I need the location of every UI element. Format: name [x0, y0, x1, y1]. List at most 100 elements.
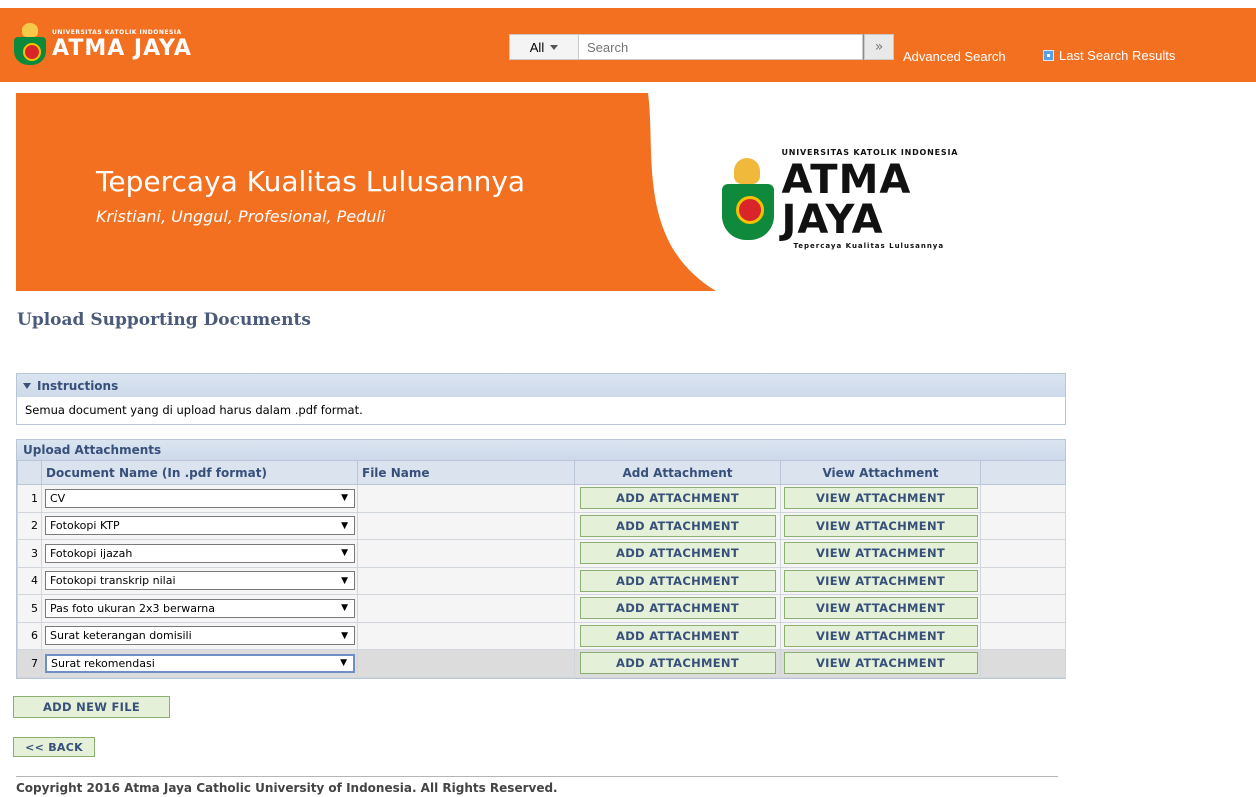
document-type-select[interactable]: Pas foto ukuran 2x3 berwarna ▼ [45, 598, 355, 618]
add-attachment-cell: ADD ATTACHMENT [574, 511, 781, 540]
view-attachment-cell: VIEW ATTACHMENT [780, 621, 981, 650]
document-type-value: Fotokopi transkrip nilai [50, 574, 176, 588]
search-category-value: All [529, 39, 545, 55]
view-attachment-button[interactable]: VIEW ATTACHMENT [783, 542, 978, 565]
add-attachment-button[interactable]: ADD ATTACHMENT [579, 542, 776, 565]
table-row: 1 CV ▼ ADD ATTACHMENT VIEW ATTACHMENT [17, 484, 1066, 513]
document-type-value: Fotokopi KTP [50, 519, 120, 533]
search-go-button[interactable]: » [864, 34, 894, 60]
view-attachment-button[interactable]: VIEW ATTACHMENT [783, 487, 978, 510]
add-attachment-button[interactable]: ADD ATTACHMENT [579, 487, 776, 510]
table-row: 2 Fotokopi KTP ▼ ADD ATTACHMENT VIEW ATTACHM… [17, 511, 1066, 540]
view-attachment-button[interactable]: VIEW ATTACHMENT [783, 569, 978, 592]
file-name-cell [357, 649, 575, 678]
file-name-cell [357, 594, 575, 623]
advanced-search-link[interactable]: Advanced Search [903, 49, 1006, 64]
add-new-file-button[interactable]: ADD NEW FILE [13, 696, 170, 718]
document-type-select[interactable]: Surat keterangan domisili ▼ [45, 626, 355, 646]
file-name-cell [357, 511, 575, 540]
attachments-table: Document Name (In .pdf format) File Name… [17, 460, 1066, 678]
row-number: 7 [17, 649, 42, 678]
view-attachment-cell: VIEW ATTACHMENT [780, 511, 981, 540]
university-crest-icon [720, 157, 775, 242]
copyright-text: Copyright 2016 Atma Jaya Catholic Univer… [16, 781, 558, 795]
document-name-cell: Surat keterangan domisili ▼ [41, 621, 358, 650]
chevron-down-icon: ▼ [340, 658, 347, 669]
page-title: Upload Supporting Documents [17, 310, 311, 330]
hero-banner: Tepercaya Kualitas Lulusannya Kristiani,… [16, 93, 1026, 291]
document-name-cell: Fotokopi transkrip nilai ▼ [41, 566, 358, 595]
blank-header [980, 460, 1066, 485]
add-attachment-button[interactable]: ADD ATTACHMENT [579, 652, 776, 675]
last-search-results-label: Last Search Results [1059, 48, 1176, 63]
file-name-cell [357, 484, 575, 513]
upload-attachments-panel: Upload Attachments Document Name (In .pd… [16, 439, 1066, 679]
add-attachment-button[interactable]: ADD ATTACHMENT [579, 597, 776, 620]
row-number: 2 [17, 511, 42, 540]
search-results-icon [1043, 50, 1054, 61]
top-header: UNIVERSITAS KATOLIK INDONESIA ATMA JAYA … [0, 8, 1256, 82]
add-attachment-cell: ADD ATTACHMENT [574, 484, 781, 513]
view-attachment-button[interactable]: VIEW ATTACHMENT [783, 624, 978, 647]
row-number: 4 [17, 566, 42, 595]
document-name-cell: Fotokopi KTP ▼ [41, 511, 358, 540]
banner-logo-small-text: UNIVERSITAS KATOLIK INDONESIA [781, 148, 959, 157]
file-name-cell [357, 621, 575, 650]
university-crest-icon [12, 23, 48, 67]
banner-title: Tepercaya Kualitas Lulusannya [96, 165, 526, 198]
search-category-select[interactable]: All [509, 34, 579, 60]
chevron-down-icon: ▼ [341, 548, 348, 559]
banner-logo-tagline: Tepercaya Kualitas Lulusannya [793, 242, 945, 250]
document-type-value: Fotokopi ijazah [50, 546, 133, 560]
instructions-heading: Instructions [37, 378, 119, 393]
document-type-select[interactable]: Surat rekomendasi ▼ [45, 653, 355, 673]
footer-divider [16, 776, 1058, 777]
view-attachment-button[interactable]: VIEW ATTACHMENT [783, 597, 978, 620]
add-attachment-cell: ADD ATTACHMENT [574, 594, 781, 623]
document-type-select[interactable]: Fotokopi ijazah ▼ [45, 543, 355, 563]
view-attachment-cell: VIEW ATTACHMENT [780, 484, 981, 513]
document-type-value: Pas foto ukuran 2x3 berwarna [50, 601, 216, 615]
file-name-cell [357, 566, 575, 595]
table-row: 7 Surat rekomendasi ▼ ADD ATTACHMENT VIEW AT… [17, 649, 1066, 678]
instructions-header[interactable]: Instructions [17, 374, 1065, 397]
row-number: 5 [17, 594, 42, 623]
view-attachment-cell: VIEW ATTACHMENT [780, 649, 981, 678]
logo-big-text: ATMA JAYA [52, 36, 192, 61]
add-attachment-button[interactable]: ADD ATTACHMENT [579, 514, 776, 537]
row-number-header [17, 460, 42, 485]
file-name-header: File Name [357, 460, 575, 485]
blank-cell [980, 484, 1066, 513]
banner-logo: UNIVERSITAS KATOLIK INDONESIA ATMA JAYA … [720, 149, 1026, 250]
view-attachment-button[interactable]: VIEW ATTACHMENT [783, 652, 978, 675]
last-search-results-link[interactable]: Last Search Results [1043, 48, 1175, 63]
banner-logo-big-text: ATMA JAYA [781, 157, 912, 243]
file-name-cell [357, 539, 575, 568]
document-name-cell: Fotokopi ijazah ▼ [41, 539, 358, 568]
document-type-value: CV [50, 491, 66, 505]
table-header-row: Document Name (In .pdf format) File Name… [17, 460, 1066, 485]
document-type-value: Surat rekomendasi [51, 656, 155, 670]
header-logo[interactable]: UNIVERSITAS KATOLIK INDONESIA ATMA JAYA [12, 12, 192, 78]
chevron-down-icon: ▼ [341, 493, 348, 504]
upload-attachments-heading: Upload Attachments [17, 440, 1065, 460]
document-name-header: Document Name (In .pdf format) [41, 460, 358, 485]
view-attachment-cell: VIEW ATTACHMENT [780, 594, 981, 623]
document-type-select[interactable]: Fotokopi transkrip nilai ▼ [45, 571, 355, 591]
document-name-cell: Pas foto ukuran 2x3 berwarna ▼ [41, 594, 358, 623]
row-number: 6 [17, 621, 42, 650]
add-attachment-button[interactable]: ADD ATTACHMENT [579, 624, 776, 647]
row-number: 1 [17, 484, 42, 513]
table-row: 6 Surat keterangan domisili ▼ ADD ATTACHMEN… [17, 621, 1066, 650]
table-row: 5 Pas foto ukuran 2x3 berwarna ▼ ADD ATTACH… [17, 594, 1066, 623]
add-attachment-cell: ADD ATTACHMENT [574, 649, 781, 678]
document-type-select[interactable]: CV ▼ [45, 488, 355, 508]
back-button[interactable]: << BACK [13, 737, 95, 757]
document-name-cell: Surat rekomendasi ▼ [41, 649, 358, 678]
search-input[interactable] [579, 34, 863, 60]
document-type-select[interactable]: Fotokopi KTP ▼ [45, 516, 355, 536]
banner-subtitle: Kristiani, Unggul, Profesional, Peduli [96, 207, 386, 226]
add-attachment-button[interactable]: ADD ATTACHMENT [579, 569, 776, 592]
blank-cell [980, 594, 1066, 623]
view-attachment-button[interactable]: VIEW ATTACHMENT [783, 514, 978, 537]
